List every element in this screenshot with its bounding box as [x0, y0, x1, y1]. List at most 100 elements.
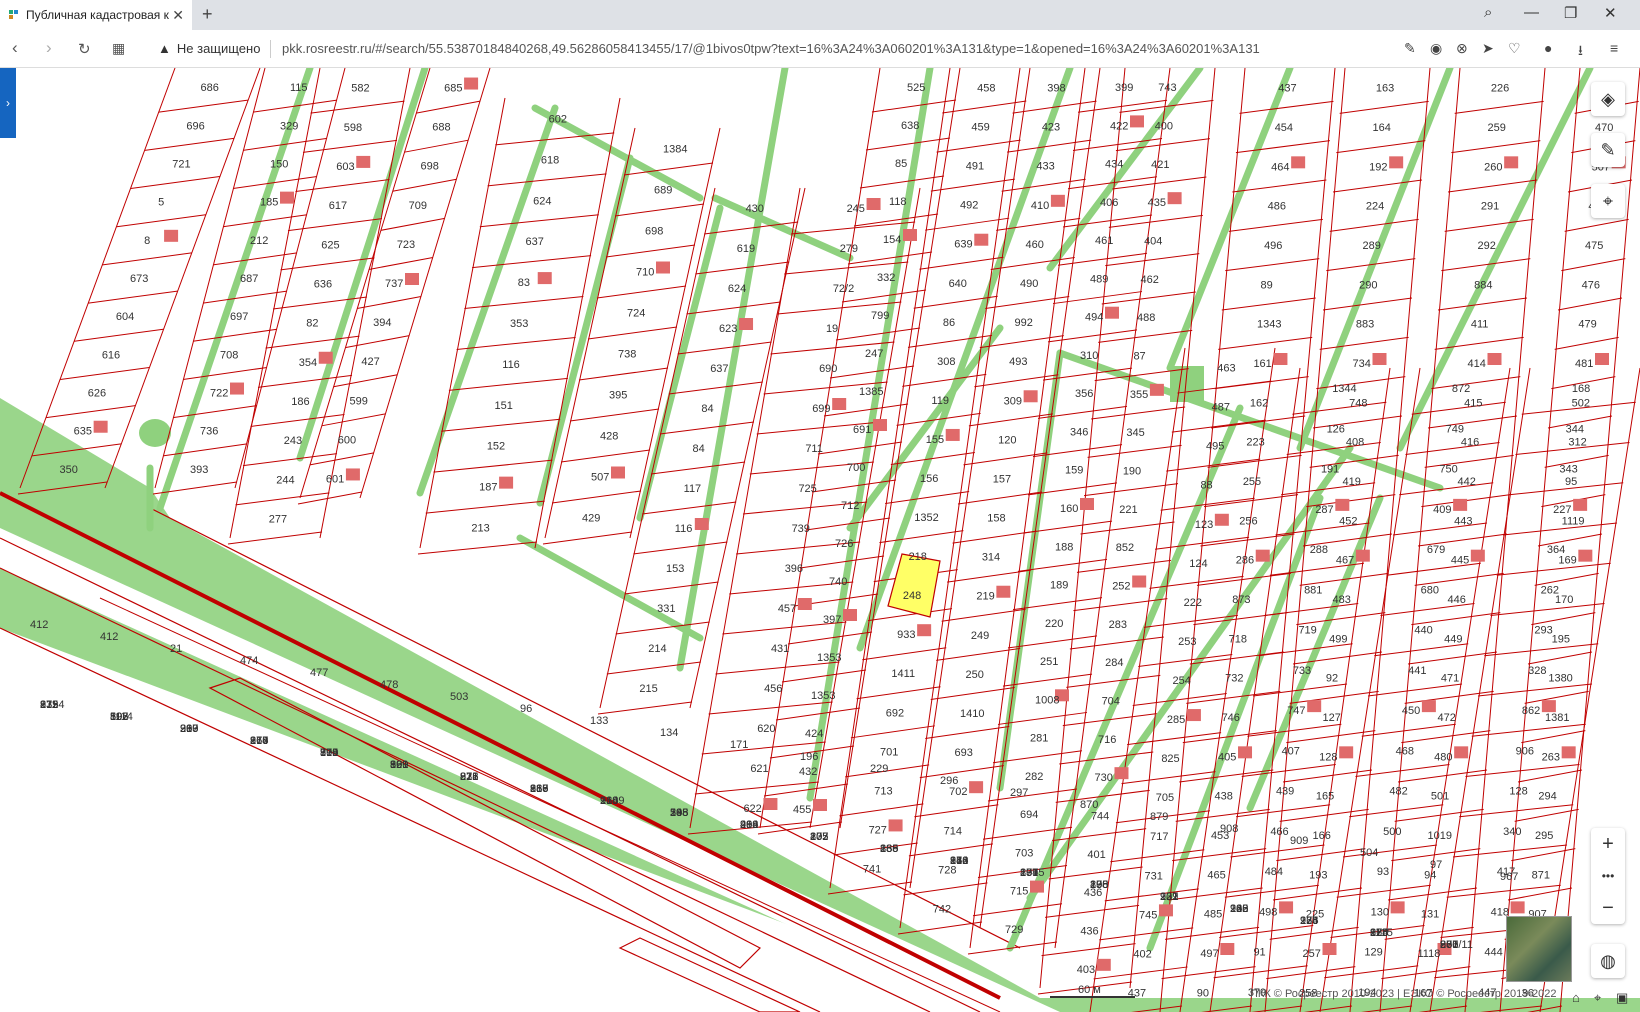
restore-button[interactable]: ❐ — [1564, 4, 1577, 22]
security-indicator[interactable]: ▲ Не защищено — [158, 41, 260, 56]
satellite-basemap-thumbnail[interactable] — [1506, 916, 1572, 982]
parcel-boundary — [192, 328, 278, 342]
parcel-boundary — [487, 173, 607, 187]
building — [280, 191, 294, 204]
parcel-boundary — [1446, 884, 1561, 898]
address-bar[interactable]: pkk.rosreestr.ru/#/search/55.53870184840… — [282, 41, 1392, 56]
parcel-label: 398 — [1047, 83, 1065, 95]
parcel-boundary — [694, 781, 819, 795]
sidebar-toggle[interactable]: › — [0, 68, 16, 138]
new-tab-button[interactable]: + — [202, 4, 213, 25]
road-junction — [139, 419, 171, 447]
parcel-label: 346 — [1070, 426, 1088, 438]
forward-button[interactable]: › — [46, 38, 52, 58]
parcel-label: 171 — [730, 739, 748, 751]
parcel-label: 750 — [1439, 464, 1457, 476]
parcel-label: 253 — [1178, 636, 1196, 648]
zoom-in-button[interactable]: + — [1591, 828, 1625, 860]
parcel-label: 96 — [520, 703, 532, 715]
compass-icon: ◍ — [1600, 950, 1616, 971]
parcel-boundary — [392, 178, 457, 192]
building — [230, 382, 244, 395]
menu-icon[interactable]: ≡ — [1610, 40, 1618, 56]
parcel-boundary — [642, 501, 737, 515]
building — [537, 272, 552, 285]
zoom-more-button[interactable]: ••• — [1591, 860, 1625, 892]
parcel-label: 312 — [1568, 437, 1586, 449]
parcel-boundary — [1367, 683, 1463, 697]
parcel-label: 399 — [1115, 82, 1133, 94]
parcel-boundary — [809, 187, 921, 829]
parcel-label: 291 — [1481, 201, 1499, 213]
parcel-label: 710 — [636, 267, 654, 279]
center-icon[interactable]: ⌖ — [1594, 990, 1601, 1006]
back-button[interactable]: ‹ — [12, 38, 18, 58]
parcel-label: 492 — [960, 200, 978, 212]
locate-button[interactable]: ⌖ — [1591, 184, 1625, 218]
parcel-boundary — [903, 882, 988, 896]
parcel-label: 187 — [479, 482, 497, 494]
building — [1573, 498, 1588, 511]
parcel-boundary — [1239, 100, 1334, 114]
screenshot-icon[interactable]: ◉ — [1430, 40, 1442, 57]
parcel-label: 435 — [1148, 197, 1166, 209]
parcel-label: 247 — [865, 348, 883, 360]
parcel-label: 598 — [344, 122, 362, 134]
fullscreen-icon[interactable]: ▣ — [1616, 990, 1628, 1006]
compass-button[interactable]: ◍ — [1591, 944, 1625, 978]
parcel-label: 603 — [336, 161, 354, 173]
parcel-label: 406 — [1100, 197, 1118, 209]
zoom-out-button[interactable]: − — [1591, 892, 1625, 924]
parcel-label: 732 — [1225, 673, 1243, 685]
parcel-label: 497 — [1200, 948, 1218, 960]
map-copyright: ПКК © Росреестр 2010-2023 | ЕЭКО © Росре… — [1250, 988, 1557, 1000]
parcel-label: 185 — [260, 197, 278, 209]
parcel-label: 873 — [1232, 594, 1250, 606]
parcel-boundary — [651, 461, 746, 475]
parcel-label: 87 — [1133, 351, 1145, 363]
parcel-label: 637 — [525, 236, 543, 248]
parcel-label: 8 — [144, 235, 150, 247]
home-icon[interactable]: ⌂ — [1572, 990, 1580, 1005]
building — [1214, 513, 1229, 526]
search-tabs-icon[interactable]: ⌕ — [1484, 4, 1492, 21]
reload-button[interactable]: ↻ — [78, 40, 91, 58]
parcel-label: 90 — [1197, 987, 1209, 999]
download-icon[interactable]: ⭳ — [1578, 40, 1583, 64]
parcel-label: 207 — [810, 831, 828, 843]
parcel-label: 918 — [250, 735, 268, 747]
building — [1130, 115, 1144, 128]
building — [996, 585, 1011, 598]
favorite-icon[interactable]: ♡ — [1508, 40, 1521, 57]
parcel-boundary — [930, 178, 1015, 192]
close-window-button[interactable]: ✕ — [1604, 4, 1617, 22]
map-canvas[interactable]: 686 696 721 5 8 673 604 616 626 635 350 115 329 150 18… — [0, 68, 1640, 1012]
parcel-label: 749 — [1446, 423, 1464, 435]
parcel-label: 457 — [778, 603, 796, 615]
close-tab-icon[interactable]: ✕ — [172, 7, 184, 24]
apps-grid-icon[interactable]: ▦ — [112, 40, 125, 57]
browser-tab[interactable]: Публичная кадастровая к ✕ — [0, 0, 192, 30]
building — [888, 819, 903, 832]
send-icon[interactable]: ➤ — [1482, 40, 1494, 57]
parcel-label: 723 — [397, 239, 415, 251]
profile-icon[interactable]: ● — [1544, 40, 1552, 56]
parcel-label: 88 — [1200, 480, 1212, 492]
parcel-label: 481 — [1575, 358, 1593, 370]
cadastral-map[interactable]: 686 696 721 5 8 673 604 616 626 635 350 115 329 150 18… — [0, 68, 1640, 1012]
parcel-label: 620 — [757, 723, 775, 735]
parcel-label: 243 — [284, 435, 302, 447]
selected-parcel[interactable] — [887, 553, 941, 618]
minimize-button[interactable]: — — [1524, 4, 1539, 21]
parcel-boundary — [936, 139, 1021, 153]
parcel-label: 852 — [1116, 542, 1134, 554]
building — [1454, 746, 1469, 759]
building — [656, 261, 670, 274]
layers-button[interactable]: ◈ — [1591, 82, 1625, 116]
parcel-label: 746 — [1222, 712, 1240, 724]
parcel-boundary — [380, 217, 445, 231]
block-icon[interactable]: ⊗ — [1456, 40, 1468, 57]
ruler-button[interactable]: ✎ — [1591, 133, 1625, 167]
edit-page-icon[interactable]: ✎ — [1404, 40, 1416, 57]
parcel-label: 120 — [998, 434, 1016, 446]
